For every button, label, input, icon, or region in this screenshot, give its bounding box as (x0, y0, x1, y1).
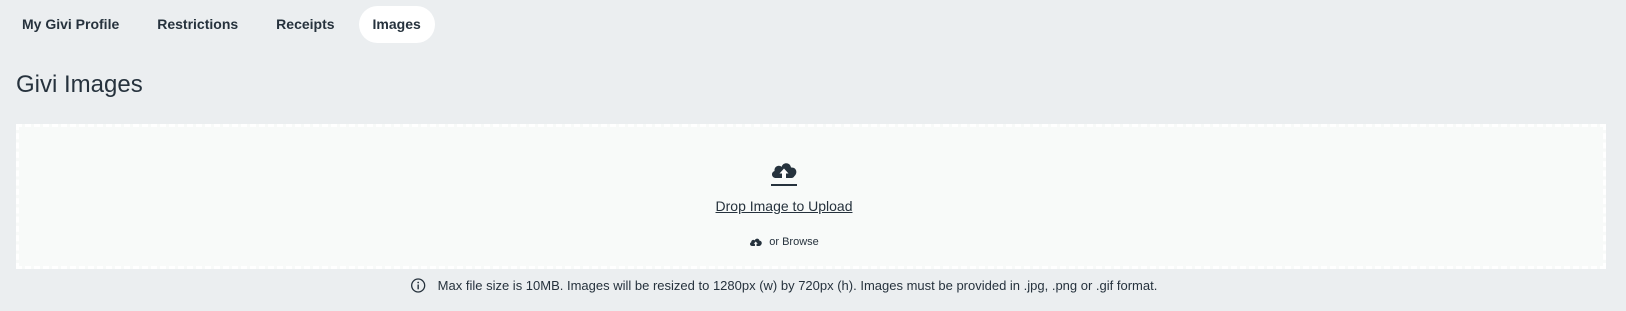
cloud-upload-small-icon (750, 238, 762, 246)
browse-label: or Browse (769, 236, 819, 248)
tab-bar: My Givi Profile Restrictions Receipts Im… (0, 6, 435, 43)
file-requirements-text: Max file size is 10MB. Images will be re… (437, 278, 1158, 293)
page-title: Givi Images (16, 71, 143, 98)
tab-my-givi-profile[interactable]: My Givi Profile (8, 6, 133, 43)
tab-receipts[interactable]: Receipts (262, 6, 348, 43)
tab-restrictions[interactable]: Restrictions (143, 6, 252, 43)
cloud-upload-icon (771, 163, 797, 186)
browse-button[interactable]: or Browse (749, 236, 819, 248)
drop-image-link[interactable]: Drop Image to Upload (716, 198, 853, 214)
info-icon (411, 278, 426, 293)
file-requirements-note: Max file size is 10MB. Images will be re… (411, 278, 1158, 293)
tab-images[interactable]: Images (358, 6, 435, 43)
